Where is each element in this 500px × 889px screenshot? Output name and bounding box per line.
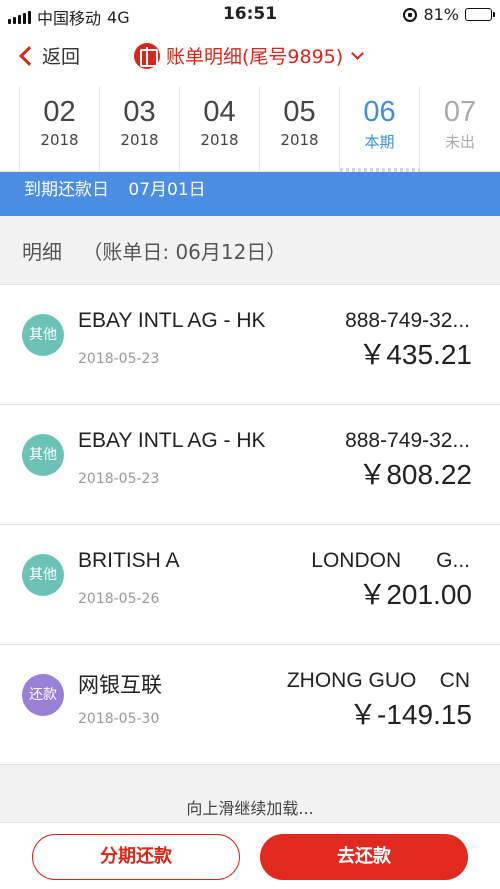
category-badge: 其他 [22, 314, 64, 356]
month-tab-05[interactable]: 05 2018 [260, 86, 340, 172]
month-tab-07[interactable]: 07 未出 [420, 86, 500, 172]
merchant-name: EBAY INTL AG - HK [78, 309, 266, 332]
bottom-bar: 分期还款 去还款 [0, 822, 500, 889]
load-more-hint: 向上滑继续加载... [0, 764, 500, 822]
category-badge: 其他 [22, 434, 64, 476]
merchant-location: 888-749-32... [345, 429, 470, 452]
transaction-date: 2018-05-23 [78, 471, 160, 487]
month-tab-number: 05 [283, 96, 316, 128]
transaction-row[interactable]: 还款 网银互联 ZHONG GUO CN 2018-05-30 ￥-149.15 [0, 644, 500, 764]
transaction-row[interactable]: 其他 EBAY INTL AG - HK 888-749-32... 2018-05-… [0, 404, 500, 524]
month-tabs-edge [0, 86, 20, 172]
transaction-amount: ￥808.22 [358, 459, 472, 490]
transaction-row[interactable]: 其他 BRITISH A LONDON G... 2018-05-26 ￥201.00 [0, 524, 500, 644]
bank-logo-icon [134, 42, 160, 69]
section-title: 明细 [22, 240, 62, 264]
transaction-amount: ￥201.00 [358, 579, 472, 610]
month-tabs: 02 2018 03 2018 04 2018 05 2018 06 本期 07 未出 [0, 86, 500, 172]
merchant-name: BRITISH A [78, 549, 180, 572]
month-tab-year: 2018 [40, 131, 79, 149]
month-tab-03[interactable]: 03 2018 [100, 86, 180, 172]
month-tab-number: 06 [363, 96, 396, 128]
month-tab-year: 本期 [364, 133, 395, 151]
status-bar: 中国移动 4G 16:51 81% [0, 0, 500, 30]
merchant-name: EBAY INTL AG - HK [78, 429, 266, 452]
page-title: 账单明细(尾号9895) [166, 46, 344, 68]
transaction-date: 2018-05-30 [78, 711, 160, 727]
month-tab-year: 2018 [280, 131, 319, 149]
month-tab-year: 2018 [120, 131, 159, 149]
battery-percent: 81% [423, 5, 459, 24]
category-badge: 还款 [22, 674, 64, 716]
nav-bar: 返回 账单明细(尾号9895) [0, 30, 500, 86]
month-tab-year: 未出 [444, 133, 475, 151]
month-tab-number: 02 [43, 96, 76, 128]
transaction-amount: ￥435.21 [358, 339, 472, 370]
category-badge: 其他 [22, 554, 64, 596]
month-tab-number: 04 [203, 96, 236, 128]
merchant-location: LONDON G... [311, 549, 470, 572]
status-right: 81% [403, 5, 495, 24]
merchant-location: 888-749-32... [345, 309, 470, 332]
statement-date: （账单日: 06月12日） [82, 240, 287, 264]
transaction-row[interactable]: 其他 EBAY INTL AG - HK 888-749-32... 2018-05-… [0, 284, 500, 404]
card-selector[interactable]: 账单明细(尾号9895) [134, 42, 365, 69]
transaction-date: 2018-05-23 [78, 351, 160, 367]
due-date-value: 07月01日 [128, 180, 206, 200]
month-tab-04[interactable]: 04 2018 [180, 86, 260, 172]
transaction-amount: ￥-149.15 [349, 699, 472, 730]
repay-button[interactable]: 去还款 [260, 834, 468, 880]
battery-icon [465, 8, 495, 21]
due-date-label: 到期还款日 [24, 180, 109, 200]
chevron-left-icon [19, 45, 39, 66]
rotation-lock-icon [403, 7, 418, 22]
merchant-location: ZHONG GUO CN [286, 669, 470, 692]
merchant-name: 网银互联 [78, 674, 162, 697]
back-button[interactable]: 返回 [18, 42, 80, 69]
month-tab-number: 03 [123, 96, 156, 128]
back-label: 返回 [42, 46, 81, 68]
chevron-down-icon [351, 47, 365, 60]
section-header: 明细 （账单日: 06月12日） [0, 216, 500, 284]
month-tab-06[interactable]: 06 本期 [340, 86, 420, 172]
month-tab-02[interactable]: 02 2018 [20, 86, 100, 172]
month-tab-number: 07 [443, 96, 477, 128]
month-tab-year: 2018 [200, 131, 239, 149]
transaction-list: 其他 EBAY INTL AG - HK 888-749-32... 2018-05-… [0, 284, 500, 764]
due-date-banner: 到期还款日 07月01日 [0, 172, 500, 216]
installment-button[interactable]: 分期还款 [32, 834, 240, 880]
transaction-date: 2018-05-26 [78, 591, 160, 607]
